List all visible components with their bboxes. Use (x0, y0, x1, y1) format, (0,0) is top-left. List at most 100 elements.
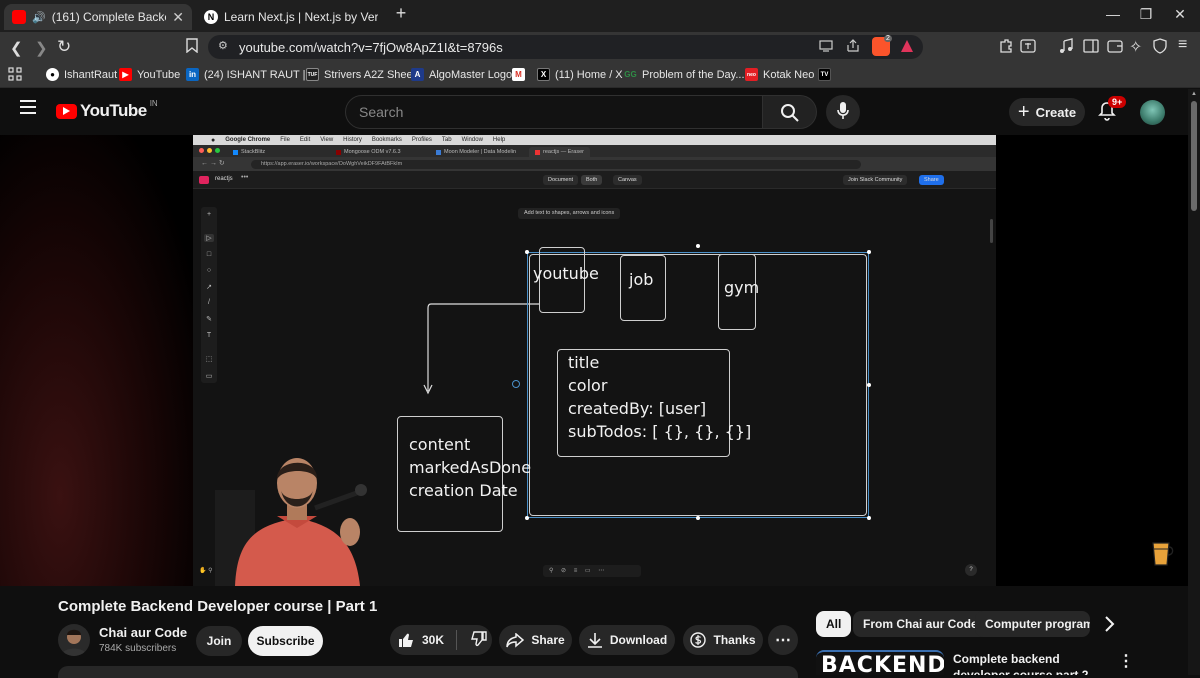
youtube-logo[interactable]: YouTube IN (56, 99, 158, 121)
hamburger-menu-icon[interactable] (20, 100, 36, 119)
like-divider (456, 630, 458, 650)
translate-icon[interactable] (1020, 38, 1036, 58)
forward-icon[interactable]: ❯ (35, 39, 48, 57)
channel-name[interactable]: Chai aur Code (99, 625, 187, 640)
search-input[interactable]: Search (345, 95, 763, 129)
youtube-logo-text: YouTube (80, 101, 147, 120)
extensions-icon[interactable] (998, 38, 1014, 58)
more-actions-button[interactable]: ⋯ (768, 625, 798, 655)
download-button[interactable]: Download (579, 625, 675, 655)
description-box[interactable] (58, 666, 798, 678)
eraser-share-button: Share (919, 175, 944, 185)
close-tab-icon[interactable]: ✕ (172, 9, 184, 26)
voice-search-button[interactable] (826, 95, 860, 129)
restore-button[interactable]: ❐ (1136, 6, 1156, 23)
field-subtodos: subTodos: [ {}, {}, {}] (568, 422, 752, 441)
linkedin-icon: in (186, 68, 199, 81)
mac-menu-item: History (343, 137, 362, 143)
mode-document: Document (543, 175, 579, 185)
vpn-shield-icon[interactable] (1152, 38, 1168, 58)
mac-tab-active: reactjs — Eraser (529, 147, 590, 157)
video-player[interactable]: ● Google Chrome File Edit View History B… (0, 135, 1188, 586)
bookmark-kotak[interactable]: neo Kotak Neo (745, 68, 814, 81)
bookmark-youtube[interactable]: ▶ YouTube (119, 68, 180, 81)
sidebar-icon[interactable] (1083, 38, 1099, 58)
bookmark-label: (11) Home / X (555, 68, 623, 81)
bookmark-linkedin[interactable]: in (24) ISHANT RAUT |... (186, 68, 315, 81)
share-page-icon[interactable] (846, 39, 860, 58)
chai-cup-icon (1152, 542, 1174, 566)
close-window-button[interactable]: ✕ (1170, 6, 1190, 23)
chip-all[interactable]: All (816, 611, 852, 637)
tab-nextjs[interactable]: N Learn Next.js | Next.js by Vercel - Th… (196, 4, 386, 30)
chips-next-button[interactable] (1103, 614, 1117, 639)
subtodo-fields: content markedAsDone creation Date (409, 433, 531, 502)
scrollbar-thumb[interactable] (1191, 101, 1197, 211)
mac-menu-item: Edit (299, 137, 311, 143)
eraser-toolbar: reactjs ••• Document Both Canvas Join Sl… (193, 171, 996, 189)
subscribe-button[interactable]: Subscribe (248, 626, 323, 656)
bookmark-x[interactable]: X (11) Home / X (537, 68, 623, 81)
like-button[interactable]: 30K (398, 632, 444, 648)
leo-ai-icon[interactable]: ✧ (1129, 37, 1142, 57)
recommended-title[interactable]: Complete backend developer course part 2 (953, 651, 1103, 675)
thumbs-up-icon (399, 633, 413, 647)
brave-rewards-icon[interactable] (900, 39, 914, 58)
wallet-icon[interactable] (1107, 38, 1123, 58)
ellipse-tool-icon: ○ (206, 267, 212, 274)
connection-point-icon (512, 380, 520, 388)
user-avatar[interactable] (1140, 100, 1165, 125)
bookmark-label: Kotak Neo (763, 68, 815, 81)
tab-youtube[interactable]: 🔊 (161) Complete Backend Deve ✕ (4, 4, 192, 30)
channel-avatar[interactable] (58, 624, 90, 656)
menu-icon[interactable]: ≡ (1178, 36, 1187, 54)
search-button[interactable] (763, 95, 817, 129)
media-icon[interactable] (1058, 38, 1074, 58)
bookmark-gmail[interactable]: M (512, 68, 525, 81)
mac-menu-item: Bookmarks (371, 137, 402, 143)
bookmark-gfg[interactable]: GG Problem of the Day... (624, 68, 744, 81)
microphone-icon (837, 102, 849, 126)
bookmark-tradingview[interactable]: TV (818, 68, 831, 81)
site-info-icon[interactable]: ⚙ (218, 39, 228, 52)
reload-icon[interactable]: ↻ (57, 37, 71, 57)
share-label: Share (531, 633, 565, 647)
bookmark-algomaster[interactable]: A AlgoMaster Logo (411, 68, 512, 81)
more-icon: ⋯ (775, 632, 791, 649)
bookmark-github[interactable]: ● IshantRaut (46, 68, 117, 81)
extension-badge: 2 (884, 35, 892, 42)
bottom-canvas-toolbar: ⚲ ⊘ ≡ ▭ ⋯ (543, 565, 641, 577)
youtube-icon: ▶ (119, 68, 132, 81)
minimize-button[interactable]: — (1103, 6, 1123, 22)
create-button[interactable]: + Create (1009, 98, 1085, 126)
youtube-logo-icon (56, 103, 77, 119)
bookmark-label: AlgoMaster Logo (429, 68, 513, 81)
join-button[interactable]: Join (196, 626, 242, 656)
mac-menu-item: View (320, 137, 334, 143)
recommended-thumbnail[interactable]: BACKEND (816, 650, 944, 675)
cast-icon[interactable] (819, 39, 833, 57)
chip-from-channel[interactable]: From Chai aur Code (853, 611, 988, 637)
bookmark-icon[interactable] (186, 38, 198, 57)
chip-computer-programming[interactable]: Computer programm (975, 611, 1090, 637)
dislike-button[interactable] (470, 630, 487, 650)
apple-icon: ● (211, 136, 216, 144)
field-marked-as-done: markedAsDone (409, 458, 532, 477)
pointer-tool-icon: ▷ (204, 234, 214, 242)
kotak-icon: neo (745, 68, 758, 81)
back-icon[interactable]: ❮ (10, 39, 23, 57)
page-scrollbar[interactable]: ▲ (1188, 89, 1200, 675)
subscriber-count: 784K subscribers (99, 643, 177, 654)
apps-grid-icon[interactable] (8, 67, 22, 81)
notifications-button[interactable]: 9+ (1098, 96, 1127, 126)
gmail-icon: M (512, 68, 525, 81)
address-bar[interactable]: ⚙ youtube.com/watch?v=7fjOw8ApZ1I&t=8796… (208, 35, 923, 59)
recommended-more-icon[interactable]: ⋮ (1118, 651, 1134, 671)
new-tab-button[interactable]: + (391, 3, 411, 24)
thanks-button[interactable]: Thanks (683, 625, 763, 655)
line-tool-icon: / (208, 299, 210, 306)
hint-text: Add text to shapes, arrows and icons (524, 210, 615, 216)
share-button[interactable]: Share (499, 625, 572, 655)
bookmark-label: Strivers A2Z Sheet (324, 68, 416, 81)
bookmark-strivers[interactable]: TUF Strivers A2Z Sheet (306, 68, 416, 81)
